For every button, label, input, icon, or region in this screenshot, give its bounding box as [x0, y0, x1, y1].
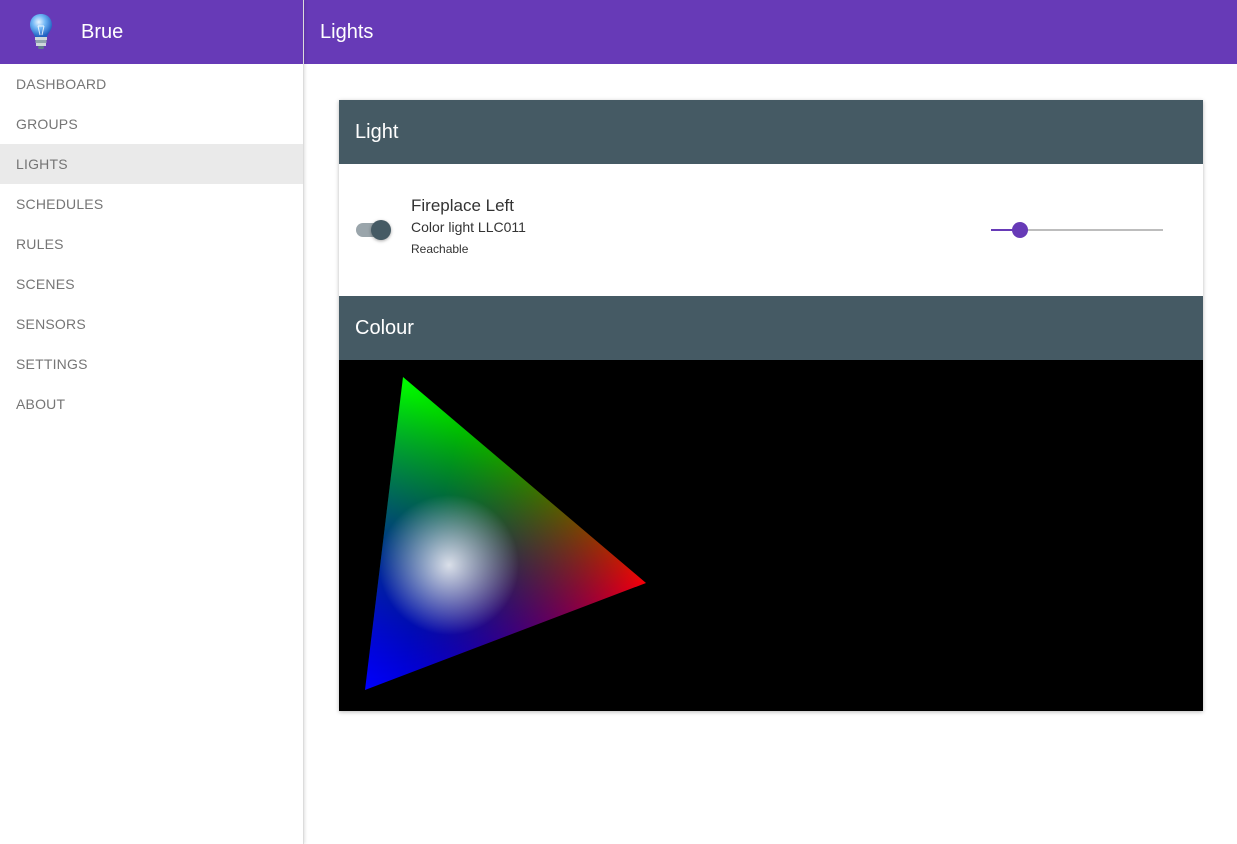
nav-item-sensors[interactable]: SENSORS [0, 304, 303, 344]
slider-thumb[interactable] [1012, 222, 1029, 238]
page-title: Lights [320, 20, 374, 43]
nav-item-settings[interactable]: SETTINGS [0, 344, 303, 384]
sidebar-header: Brue [0, 0, 303, 64]
brightness-slider[interactable] [991, 220, 1163, 240]
colour-picker[interactable] [339, 360, 1203, 711]
nav-item-about[interactable]: ABOUT [0, 384, 303, 424]
light-detail-card: Light Fireplace Left Color light LLC011 … [339, 100, 1203, 711]
top-app-bar: Lights [304, 0, 1237, 64]
sidebar: Brue DASHBOARD GROUPS LIGHTS SCHEDULES R… [0, 0, 304, 844]
light-section-header: Light [339, 100, 1203, 164]
light-model: Color light LLC011 [411, 219, 526, 235]
colour-section-title: Colour [355, 316, 414, 339]
colour-section-header: Colour [339, 296, 1203, 360]
nav-item-rules[interactable]: RULES [0, 224, 303, 264]
app-name: Brue [81, 20, 124, 43]
nav-item-scenes[interactable]: SCENES [0, 264, 303, 304]
light-name: Fireplace Left [411, 196, 514, 215]
toggle-thumb [371, 220, 391, 240]
nav-item-groups[interactable]: GROUPS [0, 104, 303, 144]
light-power-toggle[interactable] [356, 220, 392, 240]
nav-item-lights[interactable]: LIGHTS [0, 144, 303, 184]
nav-menu: DASHBOARD GROUPS LIGHTS SCHEDULES RULES … [0, 64, 303, 424]
nav-item-dashboard[interactable]: DASHBOARD [0, 64, 303, 104]
light-section-title: Light [355, 120, 399, 143]
light-info: Fireplace Left Color light LLC011 Reacha… [411, 195, 526, 261]
colour-gamut-triangle[interactable] [339, 360, 1203, 711]
nav-item-schedules[interactable]: SCHEDULES [0, 184, 303, 224]
light-status: Reachable [411, 242, 469, 256]
lightbulb-icon [26, 12, 56, 52]
